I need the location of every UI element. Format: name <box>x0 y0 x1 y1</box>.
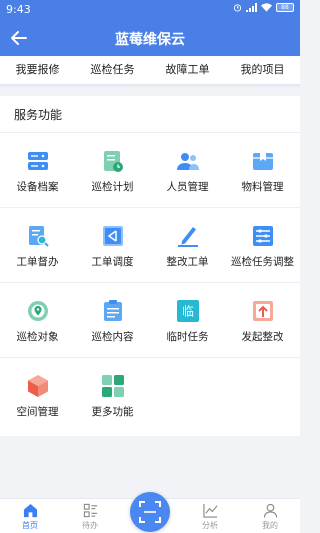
function-rectification-order[interactable]: 整改工单 <box>150 208 225 282</box>
function-label: 工单督办 <box>16 256 59 268</box>
scan-button[interactable] <box>130 492 170 532</box>
section-title: 服务功能 <box>14 108 63 122</box>
task-adjust-icon <box>252 226 273 246</box>
tab-home[interactable]: 首页 <box>0 499 60 533</box>
tab-todo[interactable]: 待办 <box>60 499 120 533</box>
function-material[interactable]: 物料管理 <box>225 133 300 207</box>
start-rectification-icon <box>252 301 273 321</box>
function-personnel[interactable]: 人员管理 <box>150 133 225 207</box>
battery-icon: 88 <box>276 3 294 12</box>
function-row: 工单督办 工单调度 整改工单 巡检任务调整 <box>0 208 300 283</box>
function-work-order-supervise[interactable]: 工单督办 <box>0 208 75 282</box>
work-order-dispatch-icon <box>102 226 123 246</box>
function-label: 人员管理 <box>166 181 209 193</box>
function-space-management[interactable]: 空间管理 <box>0 358 75 433</box>
function-label: 更多功能 <box>91 406 134 418</box>
function-label: 空间管理 <box>16 406 59 418</box>
more-grid-icon <box>101 375 124 397</box>
status-time: 9:43 <box>6 3 31 16</box>
material-box-icon <box>252 153 273 170</box>
personnel-icon <box>176 153 199 170</box>
signal-icon <box>246 3 257 12</box>
function-row: 巡检对象 巡检内容 临 临时任务 发起整改 <box>0 283 300 358</box>
function-inspection-target[interactable]: 巡检对象 <box>0 283 75 357</box>
function-label: 巡检对象 <box>16 331 59 343</box>
function-inspection-content[interactable]: 巡检内容 <box>75 283 150 357</box>
status-bar: 9:43 88 <box>0 0 300 20</box>
function-label: 巡检计划 <box>91 181 134 193</box>
function-more[interactable]: 更多功能 <box>75 358 150 433</box>
home-icon <box>23 503 37 518</box>
tab-analysis[interactable]: 分析 <box>180 499 240 533</box>
rectification-pen-icon <box>177 227 198 247</box>
function-inspection-plan[interactable]: 巡检计划 <box>75 133 150 207</box>
function-label: 发起整改 <box>241 331 284 343</box>
function-row: 设备档案 巡检计划 人员管理 物料管理 <box>0 133 300 208</box>
tab-label: 分析 <box>202 521 218 530</box>
todo-list-icon <box>83 503 97 518</box>
function-work-order-dispatch[interactable]: 工单调度 <box>75 208 150 282</box>
tab-mine[interactable]: 我的 <box>240 499 300 533</box>
function-label: 整改工单 <box>166 256 209 268</box>
quick-tabs: 我要报修 巡检任务 故障工单 我的项目 <box>0 56 300 88</box>
work-order-supervise-icon <box>28 226 49 247</box>
analysis-chart-icon <box>202 503 217 518</box>
inspection-target-icon <box>27 301 48 321</box>
temporary-task-icon: 临 <box>176 300 199 322</box>
inspection-plan-icon <box>103 151 123 172</box>
tab-label: 首页 <box>22 521 38 530</box>
temporary-task-glyph: 临 <box>181 305 193 319</box>
function-device-archive[interactable]: 设备档案 <box>0 133 75 207</box>
function-label: 设备档案 <box>16 181 59 193</box>
device-archive-icon <box>27 152 48 170</box>
function-label: 临时任务 <box>166 331 209 343</box>
space-cube-icon <box>27 375 48 397</box>
tab-label: 我的 <box>262 521 278 530</box>
status-icons: 88 <box>233 3 294 12</box>
service-functions-panel: 服务功能 设备档案 巡检计划 人员管理 物料管理 工单督办 工单调度 整改工单 … <box>0 96 300 436</box>
function-temporary-task[interactable]: 临 临时任务 <box>150 283 225 357</box>
function-start-rectification[interactable]: 发起整改 <box>225 283 300 357</box>
user-profile-icon <box>263 503 277 518</box>
function-label: 物料管理 <box>241 181 284 193</box>
tab-label: 待办 <box>82 521 98 530</box>
alarm-icon <box>233 4 242 12</box>
function-task-adjust[interactable]: 巡检任务调整 <box>225 208 300 282</box>
function-row: 空间管理 更多功能 <box>0 358 300 433</box>
function-label: 巡检内容 <box>91 331 134 343</box>
scan-frame-icon <box>139 501 161 523</box>
nav-bar: 蓝莓维保云 <box>0 20 300 56</box>
function-label: 巡检任务调整 <box>231 256 294 268</box>
wifi-icon <box>261 3 272 12</box>
function-grid: 设备档案 巡检计划 人员管理 物料管理 工单督办 工单调度 整改工单 巡检任务调… <box>0 133 300 433</box>
function-label: 工单调度 <box>91 256 134 268</box>
inspection-content-icon <box>103 300 122 321</box>
page-title: 蓝莓维保云 <box>115 32 185 48</box>
quick-tabs-divider <box>0 84 300 88</box>
